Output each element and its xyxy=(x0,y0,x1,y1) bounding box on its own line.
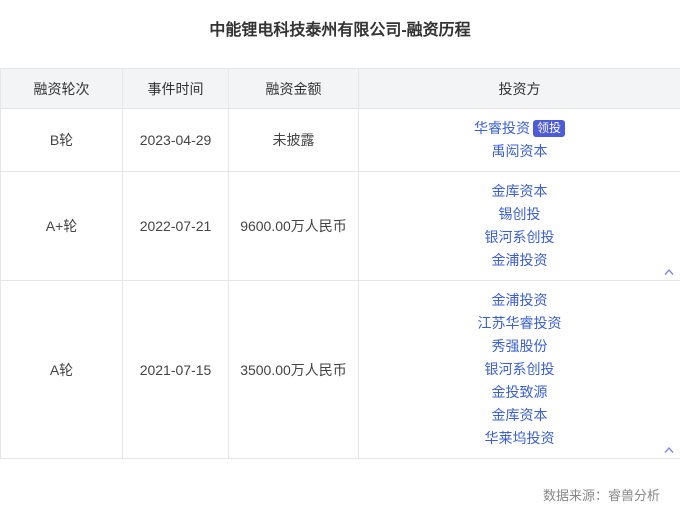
table-header-row: 融资轮次 事件时间 融资金额 投资方 xyxy=(0,68,680,109)
header-investors: 投资方 xyxy=(358,68,680,109)
date-cell: 2021-07-15 xyxy=(122,280,229,459)
investor-name[interactable]: 华睿投资 xyxy=(474,120,530,136)
table-row: A+轮 2022-07-21 9600.00万人民币 金库资本 锡创投 银河系创… xyxy=(0,171,680,281)
table-row: A轮 2021-07-15 3500.00万人民币 金浦投资 江苏华睿投资 秀强… xyxy=(0,280,680,459)
investor-link[interactable]: 禹闳资本 xyxy=(492,140,548,163)
investor-link[interactable]: 华莱坞投资 xyxy=(485,427,555,450)
investor-link[interactable]: 金库资本 xyxy=(492,180,548,203)
round-cell: B轮 xyxy=(0,108,123,172)
investor-link[interactable]: 金浦投资 xyxy=(492,249,548,272)
investor-link[interactable]: 江苏华睿投资 xyxy=(478,312,562,335)
investor-link[interactable]: 金投致源 xyxy=(492,381,548,404)
date-cell: 2023-04-29 xyxy=(122,108,229,172)
investor-link[interactable]: 银河系创投 xyxy=(485,226,555,249)
investor-link[interactable]: 金库资本 xyxy=(492,404,548,427)
round-cell: A轮 xyxy=(0,280,123,459)
data-source-note: 数据来源：睿兽分析 xyxy=(542,488,660,503)
investor-link[interactable]: 锡创投 xyxy=(499,203,541,226)
chevron-up-icon[interactable] xyxy=(664,268,674,276)
investor-link[interactable]: 金浦投资 xyxy=(492,289,548,312)
date-cell: 2022-07-21 xyxy=(122,171,229,281)
header-round: 融资轮次 xyxy=(0,68,123,109)
investors-cell: 金浦投资 江苏华睿投资 秀强股份 银河系创投 金投致源 金库资本 华莱坞投资 xyxy=(358,280,680,459)
amount-cell: 9600.00万人民币 xyxy=(228,171,359,281)
chevron-up-icon[interactable] xyxy=(664,446,674,454)
investor-link[interactable]: 华睿投资 领投 xyxy=(474,117,565,140)
lead-investor-badge: 领投 xyxy=(532,120,565,137)
header-amount: 融资金额 xyxy=(228,68,359,109)
header-date: 事件时间 xyxy=(122,68,229,109)
amount-cell: 未披露 xyxy=(228,108,359,172)
table-row: B轮 2023-04-29 未披露 华睿投资 领投 禹闳资本 xyxy=(0,108,680,172)
amount-cell: 3500.00万人民币 xyxy=(228,280,359,459)
investor-link[interactable]: 银河系创投 xyxy=(485,358,555,381)
investors-cell: 华睿投资 领投 禹闳资本 xyxy=(358,108,680,172)
round-cell: A+轮 xyxy=(0,171,123,281)
page-title: 中能锂电科技泰州有限公司-融资历程 xyxy=(209,22,471,39)
investors-cell: 金库资本 锡创投 银河系创投 金浦投资 xyxy=(358,171,680,281)
financing-table: 融资轮次 事件时间 融资金额 投资方 B轮 2023-04-29 未披露 华睿投… xyxy=(0,68,680,459)
investor-link[interactable]: 秀强股份 xyxy=(492,335,548,358)
